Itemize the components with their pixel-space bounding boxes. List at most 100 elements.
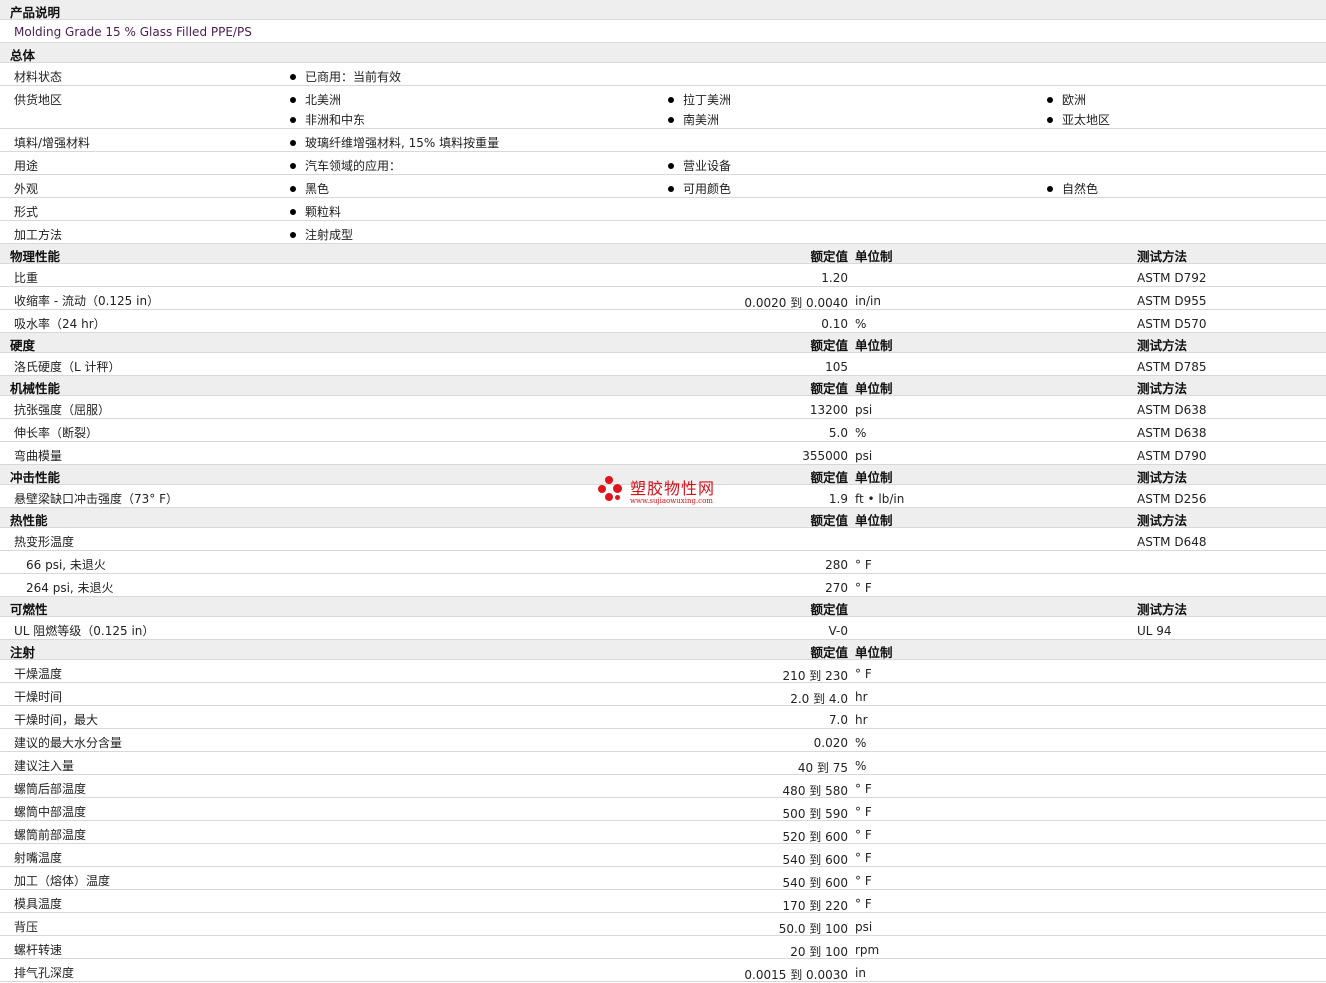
bullet-text: 汽车领域的应用： [305, 159, 402, 173]
bullet-text: 注射成型 [305, 228, 354, 242]
property-unit: % [855, 736, 867, 750]
general-label: 形式 [14, 205, 39, 219]
section-title: 机械性能 [10, 381, 61, 396]
bullet-item: 拉丁美洲 [668, 91, 731, 108]
bullet-dot-icon [1047, 117, 1053, 123]
property-unit: ° F [855, 667, 872, 681]
property-row: 264 psi, 未退火 270 ° F [0, 574, 1326, 597]
property-test-method: UL 94 [1137, 624, 1172, 638]
property-row: 射嘴温度 540 到 600 ° F [0, 844, 1326, 867]
bullet-dot-icon [290, 97, 296, 103]
general-row: 形式 颗粒料 [0, 198, 1326, 221]
property-value: 270 [825, 581, 848, 595]
column-header-test: 测试方法 [1137, 602, 1188, 617]
product-description: Molding Grade 15 % Glass Filled PPE/PS [14, 25, 252, 39]
property-row: 加工（熔体）温度 540 到 600 ° F [0, 867, 1326, 890]
section-title: 硬度 [10, 338, 36, 353]
column-header-rated: 额定值 [810, 470, 848, 485]
property-label: 螺筒中部温度 [14, 805, 87, 819]
property-unit: hr [855, 713, 868, 727]
general-label: 外观 [14, 182, 39, 196]
property-label: 264 psi, 未退火 [26, 581, 114, 595]
bullet-item: 营业设备 [668, 157, 731, 174]
property-label: 热变形温度 [14, 535, 75, 549]
property-unit: psi [855, 449, 873, 463]
property-test-method: ASTM D648 [1137, 535, 1207, 549]
property-label: 模具温度 [14, 897, 63, 911]
bullet-dot-icon [290, 209, 296, 215]
property-label: 吸水率（24 hr） [14, 317, 106, 331]
section-title: 总体 [10, 48, 36, 63]
bullet-item: 非洲和中东 [290, 111, 365, 128]
property-value: 0.020 [813, 736, 848, 750]
property-unit: in/in [855, 294, 881, 308]
bullet-item: 自然色 [1047, 180, 1098, 197]
property-row: 热变形温度 ASTM D648 [0, 528, 1326, 551]
general-row: 用途 汽车领域的应用： 营业设备 [0, 152, 1326, 175]
property-test-method: ASTM D638 [1137, 426, 1207, 440]
property-value: 0.10 [821, 317, 848, 331]
property-label: 加工（熔体）温度 [14, 874, 111, 888]
property-test-method: ASTM D638 [1137, 403, 1207, 417]
column-header-rated: 额定值 [810, 645, 848, 660]
property-row: 干燥时间，最大 7.0 hr [0, 706, 1326, 729]
column-header-test: 测试方法 [1137, 470, 1188, 485]
column-header-rated: 额定值 [810, 602, 848, 617]
general-label: 供货地区 [14, 93, 63, 107]
property-unit: ° F [855, 805, 872, 819]
bullet-dot-icon [290, 163, 296, 169]
section-header: 机械性能 额定值 单位制 测试方法 [0, 376, 1326, 396]
property-test-method: ASTM D790 [1137, 449, 1207, 463]
bullet-text: 颗粒料 [305, 205, 342, 219]
property-label: 建议注入量 [14, 759, 75, 773]
property-value: 480 到 580 [782, 784, 848, 798]
property-unit: % [855, 426, 867, 440]
column-header-rated: 额定值 [810, 513, 848, 528]
property-label: 抗张强度（屈服） [14, 403, 111, 417]
property-label: 干燥温度 [14, 667, 63, 681]
property-value: 280 [825, 558, 848, 572]
property-value: 0.0020 到 0.0040 [744, 296, 848, 310]
property-unit: in [855, 966, 866, 980]
property-label: 排气孔深度 [14, 966, 75, 980]
property-label: 螺杆转速 [14, 943, 63, 957]
bullet-item: 可用颜色 [668, 180, 731, 197]
property-value: 50.0 到 100 [778, 922, 848, 936]
property-row: 排气孔深度 0.0015 到 0.0030 in [0, 959, 1326, 982]
bullet-dot-icon [668, 186, 674, 192]
property-unit: ° F [855, 782, 872, 796]
bullet-item: 欧洲 [1047, 91, 1086, 108]
section-header: 可燃性 额定值 测试方法 [0, 597, 1326, 617]
bullet-text: 非洲和中东 [305, 113, 366, 127]
general-row: 外观 黑色 可用颜色 自然色 [0, 175, 1326, 198]
general-row: 加工方法 注射成型 [0, 221, 1326, 244]
property-row: UL 阻燃等级（0.125 in） V-0 UL 94 [0, 617, 1326, 640]
property-row: 收缩率 - 流动（0.125 in） 0.0020 到 0.0040 in/in AS… [0, 287, 1326, 310]
column-header-test: 测试方法 [1137, 381, 1188, 396]
property-label: 弯曲模量 [14, 449, 63, 463]
column-header-unit: 单位制 [855, 645, 893, 660]
property-test-method: ASTM D570 [1137, 317, 1207, 331]
property-row: 伸长率（断裂） 5.0% ASTM D638 [0, 419, 1326, 442]
property-value: V-0 [828, 624, 848, 638]
property-row: 吸水率（24 hr） 0.10% ASTM D570 [0, 310, 1326, 333]
property-row: 66 psi, 未退火 280 ° F [0, 551, 1326, 574]
bullet-dot-icon [668, 97, 674, 103]
column-header-test: 测试方法 [1137, 338, 1188, 353]
column-header-rated: 额定值 [810, 249, 848, 264]
property-row: 螺杆转速 20 到 100 rpm [0, 936, 1326, 959]
property-value: 5.0 [828, 426, 848, 440]
property-sections: 物理性能 额定值 单位制 测试方法 比重 1.20 ASTM D792 收缩率 - 流动（0.… [0, 244, 1326, 982]
bullet-dot-icon [290, 232, 296, 238]
bullet-dot-icon [290, 186, 296, 192]
property-test-method: ASTM D785 [1137, 360, 1207, 374]
property-value: 1.9 [828, 492, 848, 506]
property-unit: ° F [855, 581, 872, 595]
property-row: 螺筒前部温度 520 到 600 ° F [0, 821, 1326, 844]
general-info: 材料状态 已商用：当前有效 供货地区 北美洲 拉丁美洲 欧洲 非洲和中东 南美洲 亚太地区 填料/… [0, 63, 1326, 244]
section-header: 物理性能 额定值 单位制 测试方法 [0, 244, 1326, 264]
property-row: 建议注入量 40 到 75% [0, 752, 1326, 775]
section-header: 硬度 额定值 单位制 测试方法 [0, 333, 1326, 353]
bullet-dot-icon [1047, 97, 1053, 103]
section-title: 冲击性能 [10, 470, 61, 485]
